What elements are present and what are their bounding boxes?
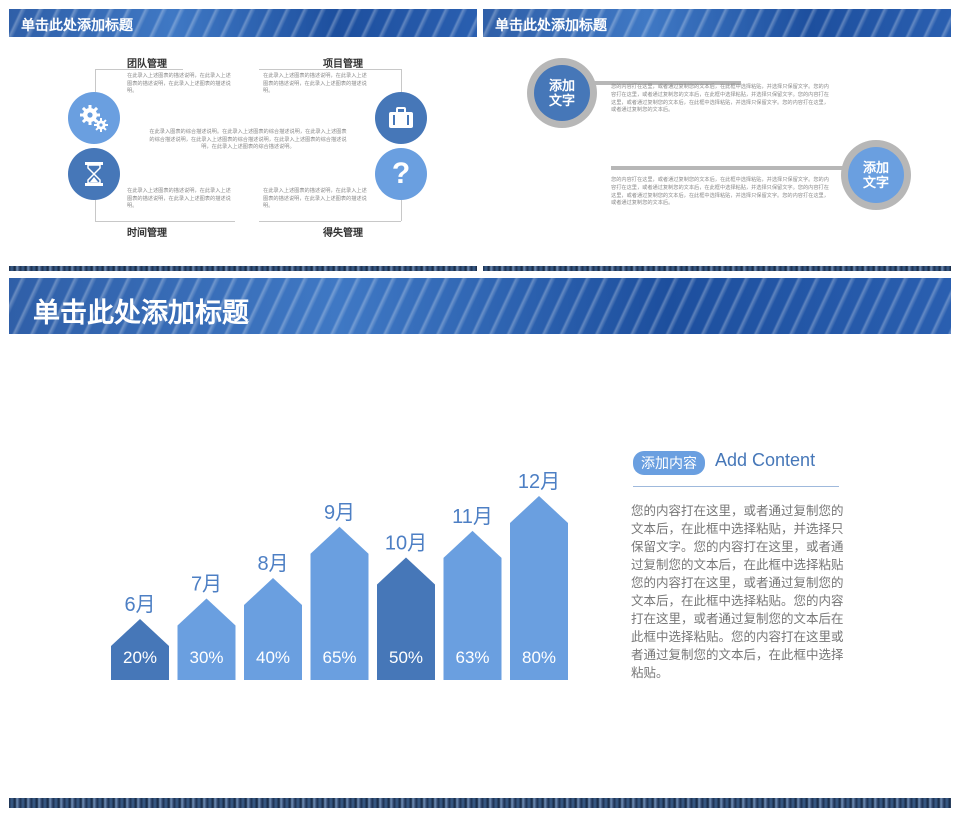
chart-category-label-7: 12月 <box>518 471 560 493</box>
chart-category-label-6: 11月 <box>452 506 493 528</box>
add-text-circle-1-inner: 添加 文字 <box>534 65 590 121</box>
add-content-heading: Add Content <box>715 450 816 470</box>
desc-top-left: 在此录入上述图表的描述说明，在此录入上述图表的描述说明，在此录入上述图表的描述说… <box>127 73 231 94</box>
bar-chart: 20% 6月 30% 7月 40% 8月 65% 9月 50% 10月 63% 11月 80% 12月 <box>111 471 568 680</box>
slide-2-bar-bottom <box>611 166 849 170</box>
add-text-circle-2-inner: 添加 文字 <box>848 147 904 203</box>
desc-center: 在此录入图表的综合描述说明。在此录入上述图表的综合描述说明，在此录入上述图表的综… <box>149 129 347 150</box>
label-time-management: 时间管理 <box>127 228 167 239</box>
desc-bottom-left: 在此录入上述图表的描述说明，在此录入上述图表的描述说明，在此录入上述图表的描述说… <box>127 188 231 209</box>
slide-3-title[interactable]: 单击此处添加标题 <box>33 291 249 330</box>
slide-2-text-2: 您的内容打在这里，或者通过复制您的文本后，在此框中选择粘贴，并选择只保留文字。您… <box>611 177 829 207</box>
chart-category-label-4: 9月 <box>324 502 355 524</box>
label-project-management: 项目管理 <box>323 59 363 70</box>
label-team-management: 团队管理 <box>127 59 167 70</box>
slide-2-footer <box>483 266 951 271</box>
add-text-circle-2[interactable]: 添加 文字 <box>841 140 911 210</box>
hourglass-circle <box>68 148 120 200</box>
desc-top-right: 在此录入上述图表的描述说明，在此录入上述图表的描述说明，在此录入上述图表的描述说… <box>263 73 367 94</box>
question-circle: ? <box>375 148 427 200</box>
slide-3-body-text: 您的内容打在这里，或者通过复制您的文本后，在此框中选择粘贴，并选择只保留文字。您… <box>631 504 844 680</box>
connector-bottom-left <box>95 221 235 222</box>
chart-category-label-2: 7月 <box>191 574 222 596</box>
slide-1-title[interactable]: 单击此处添加标题 <box>21 15 133 35</box>
chart-value-label-2: 30% <box>189 648 223 667</box>
circle-2-line-1: 添加 <box>862 160 889 175</box>
chart-bar-2 <box>177 598 236 680</box>
chart-value-label-3: 40% <box>256 648 290 667</box>
chart-value-label-5: 50% <box>389 648 423 667</box>
slide-2-text-1: 您的内容打在这里，或者通过复制您的文本后，在此框中选择粘贴，并选择只保留文字。您… <box>611 84 829 114</box>
slide-2-banner: 单击此处添加标题 <box>483 9 951 37</box>
add-content-badge[interactable]: 添加内容 <box>633 451 705 475</box>
briefcase-icon <box>389 107 413 128</box>
circle-2-line-2: 文字 <box>862 175 889 190</box>
slide-1-banner: 单击此处添加标题 <box>9 9 477 37</box>
question-icon: ? <box>391 157 411 190</box>
slide-3-banner: 单击此处添加标题 <box>9 278 951 334</box>
connector-bottom-right <box>259 221 401 222</box>
gears-icon <box>80 105 108 132</box>
add-content-header: 添加内容 Add Content <box>633 450 839 487</box>
slide-3-footer <box>9 798 951 808</box>
slide-1: 单击此处添加标题 团队管理 项目管理 时间管理 得失管理 在此录入上述图表的描述… <box>9 9 477 271</box>
chart-value-label-6: 63% <box>455 648 489 667</box>
slide-2: 单击此处添加标题 添加 文字 您的内容打在这里，或者通过复制您的文本后，在此框中… <box>483 9 951 271</box>
add-text-circle-1[interactable]: 添加 文字 <box>527 58 597 128</box>
chart-value-label-4: 65% <box>322 648 356 667</box>
hourglass-icon <box>85 162 103 186</box>
label-gain-loss-management: 得失管理 <box>323 228 363 239</box>
chart-category-label-3: 8月 <box>257 553 288 575</box>
chart-value-label-7: 80% <box>522 648 556 667</box>
briefcase-circle <box>375 92 427 144</box>
slide-2-title[interactable]: 单击此处添加标题 <box>495 15 607 35</box>
desc-bottom-right: 在此录入上述图表的描述说明，在此录入上述图表的描述说明，在此录入上述图表的描述说… <box>263 188 367 209</box>
circle-1-line-2: 文字 <box>548 93 575 108</box>
slide-1-footer <box>9 266 477 271</box>
gears-circle <box>68 92 120 144</box>
slide-3: 单击此处添加标题 20% 6月 30% 7月 40% 8月 65% 9月 50% 10月 63% 11… <box>9 278 951 808</box>
circle-1-line-1: 添加 <box>548 78 575 93</box>
chart-category-label-5: 10月 <box>385 533 427 555</box>
chart-category-label-1: 6月 <box>124 594 155 616</box>
chart-value-label-1: 20% <box>123 648 157 667</box>
